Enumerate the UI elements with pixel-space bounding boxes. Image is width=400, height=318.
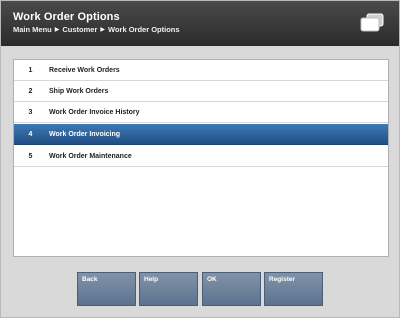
menu-item-work-order-invoicing[interactable]: 4 Work Order Invoicing — [14, 124, 388, 145]
menu-item-label: Receive Work Orders — [49, 66, 120, 74]
register-icon — [360, 13, 384, 32]
menu-item-number: 2 — [28, 87, 33, 95]
breadcrumb: Main Menu ▶ Customer ▶ Work Order Option… — [13, 25, 180, 34]
breadcrumb-separator-icon: ▶ — [54, 27, 60, 33]
menu-item-label: Work Order Invoicing — [49, 130, 121, 138]
breadcrumb-current: Work Order Options — [108, 25, 180, 34]
menu-item-receive-work-orders[interactable]: 1 Receive Work Orders — [14, 60, 388, 81]
breadcrumb-separator-icon: ▶ — [100, 27, 106, 33]
menu-item-label: Work Order Invoice History — [49, 108, 140, 116]
back-button[interactable]: Back — [77, 272, 136, 306]
help-button[interactable]: Help — [139, 272, 198, 306]
menu-item-label: Ship Work Orders — [49, 87, 109, 95]
header-bar: Work Order Options Main Menu ▶ Customer … — [1, 1, 399, 46]
menu-item-number: 4 — [28, 130, 33, 138]
menu-list: 1 Receive Work Orders 2 Ship Work Orders… — [13, 59, 389, 257]
menu-item-work-order-maintenance[interactable]: 5 Work Order Maintenance — [14, 146, 388, 167]
menu-item-number: 5 — [28, 152, 33, 160]
menu-item-number: 1 — [28, 66, 33, 74]
app-window: Work Order Options Main Menu ▶ Customer … — [0, 0, 400, 318]
breadcrumb-main-menu[interactable]: Main Menu — [13, 25, 52, 34]
register-button[interactable]: Register — [264, 272, 323, 306]
page-title: Work Order Options — [13, 11, 120, 23]
breadcrumb-customer[interactable]: Customer — [62, 25, 97, 34]
menu-item-label: Work Order Maintenance — [49, 152, 132, 160]
ok-button[interactable]: OK — [202, 272, 261, 306]
menu-item-work-order-invoice-history[interactable]: 3 Work Order Invoice History — [14, 102, 388, 123]
menu-item-number: 3 — [28, 108, 33, 116]
menu-item-ship-work-orders[interactable]: 2 Ship Work Orders — [14, 81, 388, 102]
